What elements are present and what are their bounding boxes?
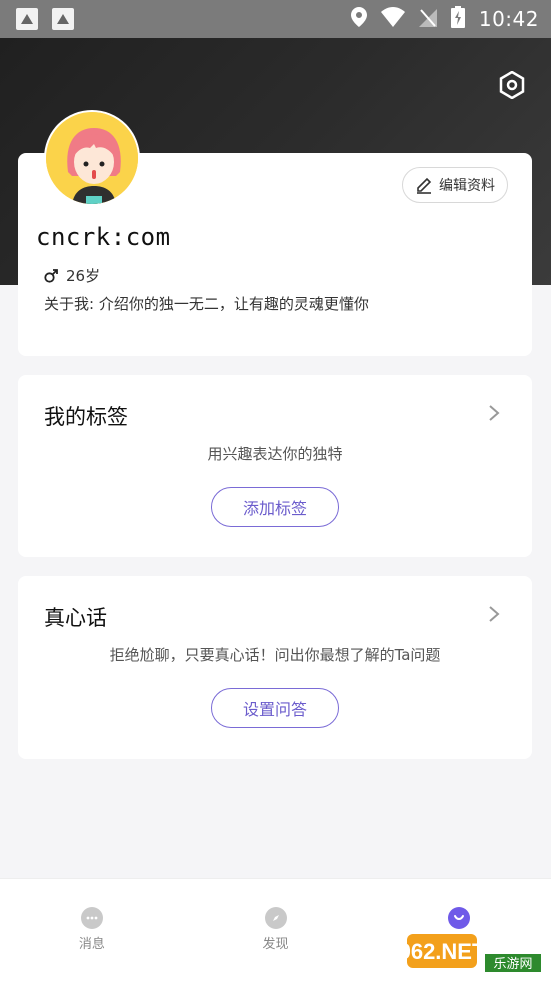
nav-label-messages: 消息 [78,937,105,952]
profile-smile-icon [448,907,471,929]
status-bar: 10:42 [0,0,551,38]
edit-profile-label: 编辑资料 [439,178,495,194]
settings-icon[interactable] [497,70,527,100]
avatar[interactable] [44,110,140,206]
location-icon [350,7,367,31]
wifi-icon [380,7,405,31]
status-time: 10:42 [478,7,539,31]
no-signal-icon [418,7,437,31]
chevron-right-icon[interactable] [484,401,504,425]
my-tags-title: 我的标签 [44,405,128,429]
compass-icon [264,907,287,929]
my-tags-card: 我的标签 用兴趣表达你的独特 添加标签 [18,375,532,557]
nav-item-messages[interactable]: 消息 [0,879,184,981]
edit-profile-button[interactable]: 编辑资料 [402,167,508,203]
username: cncrk:com [36,223,171,251]
chat-icon [80,907,103,929]
set-qa-button[interactable]: 设置问答 [211,688,339,728]
notification-icon [52,8,74,30]
gender-age: 26岁 [44,265,100,286]
truth-card: 真心话 拒绝尬聊，只要真心话！问出你最想了解的Ta问题 设置问答 [18,576,532,759]
about-me-text: 关于我: 介绍你的独一无二，让有趣的灵魂更懂你 [44,295,369,313]
nav-label-discover: 发现 [262,937,289,952]
battery-charging-icon [450,6,465,32]
add-tag-button[interactable]: 添加标签 [211,487,339,527]
age-label: 26岁 [66,267,101,285]
watermark-number: 962.NET [405,939,486,964]
nav-item-discover[interactable]: 发现 [184,879,368,981]
my-tags-description: 用兴趣表达你的独特 [207,445,343,463]
truth-title: 真心话 [44,606,107,630]
truth-description: 拒绝尬聊，只要真心话！问出你最想了解的Ta问题 [109,646,441,664]
pencil-icon [417,177,432,194]
notification-icon [16,8,38,30]
watermark-logo: 962.NET 乐游网 [399,930,545,975]
watermark-subtext: 乐游网 [493,957,532,972]
chevron-right-icon[interactable] [484,602,504,626]
male-icon [44,268,58,283]
